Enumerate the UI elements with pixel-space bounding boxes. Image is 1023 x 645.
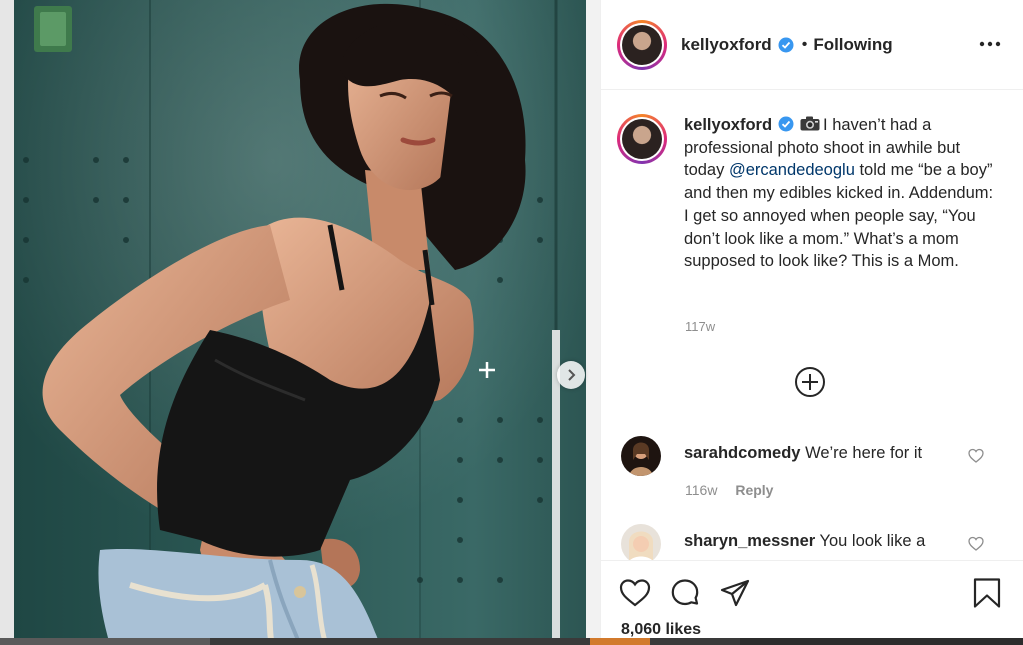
post-action-bar: 8,060 likes — [601, 560, 1023, 645]
caption-username[interactable]: kellyoxford — [684, 116, 772, 134]
header-separator: • — [801, 35, 808, 53]
comment-text: sarahdcomedy We’re here for it — [684, 442, 954, 465]
post-side-panel: kellyoxford • Following kellyoxford I hav… — [600, 0, 1023, 645]
verified-badge-icon — [778, 37, 794, 52]
load-more-comments-button[interactable] — [794, 366, 826, 398]
post-image — [0, 0, 600, 645]
author-username[interactable]: kellyoxford — [681, 35, 772, 55]
heart-icon[interactable] — [619, 577, 651, 609]
caption-author-avatar[interactable] — [617, 114, 667, 164]
more-horizontal-icon[interactable] — [978, 34, 1002, 54]
verified-badge-icon — [778, 116, 794, 132]
next-image-button[interactable] — [557, 361, 585, 389]
comment-item: sarahdcomedy We’re here for it 116w Repl… — [617, 436, 1012, 506]
heart-icon[interactable] — [968, 536, 984, 552]
caption-text: kellyoxford I haven’t had a professional … — [684, 114, 994, 273]
post-header: kellyoxford • Following — [601, 0, 1023, 90]
commenter-avatar[interactable] — [621, 524, 661, 560]
comment-bubble-icon[interactable] — [669, 577, 701, 609]
comment-text: sharyn_messner You look like a — [684, 530, 954, 553]
comment-timestamp[interactable]: 116w — [685, 482, 717, 498]
comment-username[interactable]: sharyn_messner — [684, 532, 815, 550]
camera-emoji-icon — [800, 116, 820, 131]
reply-button[interactable]: Reply — [735, 482, 773, 498]
cursor-crosshair-icon — [477, 360, 497, 380]
comment-item: sharyn_messner You look like a — [617, 524, 1012, 560]
likes-count[interactable]: 8,060 likes — [621, 621, 701, 639]
caption: kellyoxford I haven’t had a professional … — [617, 114, 994, 273]
comment-meta: 116w Reply — [685, 482, 773, 498]
chevron-right-icon — [568, 369, 576, 381]
heart-icon[interactable] — [968, 448, 984, 464]
commenter-avatar[interactable] — [621, 436, 661, 476]
comment-content: You look like a — [819, 532, 926, 550]
caption-timestamp[interactable]: 117w — [685, 319, 715, 334]
comments-scroll-area[interactable]: kellyoxford I haven’t had a professional … — [601, 90, 1023, 560]
caption-mention-link[interactable]: @ercandedeoglu — [729, 161, 855, 179]
browser-bottom-bar — [0, 638, 1023, 645]
following-button[interactable]: Following — [813, 35, 892, 55]
comment-username[interactable]: sarahdcomedy — [684, 444, 800, 462]
author-avatar[interactable] — [617, 19, 667, 70]
comment-content: We’re here for it — [805, 444, 923, 462]
plus-circle-icon — [795, 367, 825, 397]
bookmark-icon[interactable] — [971, 577, 1003, 609]
paper-plane-icon[interactable] — [719, 577, 751, 609]
post-photo[interactable] — [0, 0, 600, 645]
